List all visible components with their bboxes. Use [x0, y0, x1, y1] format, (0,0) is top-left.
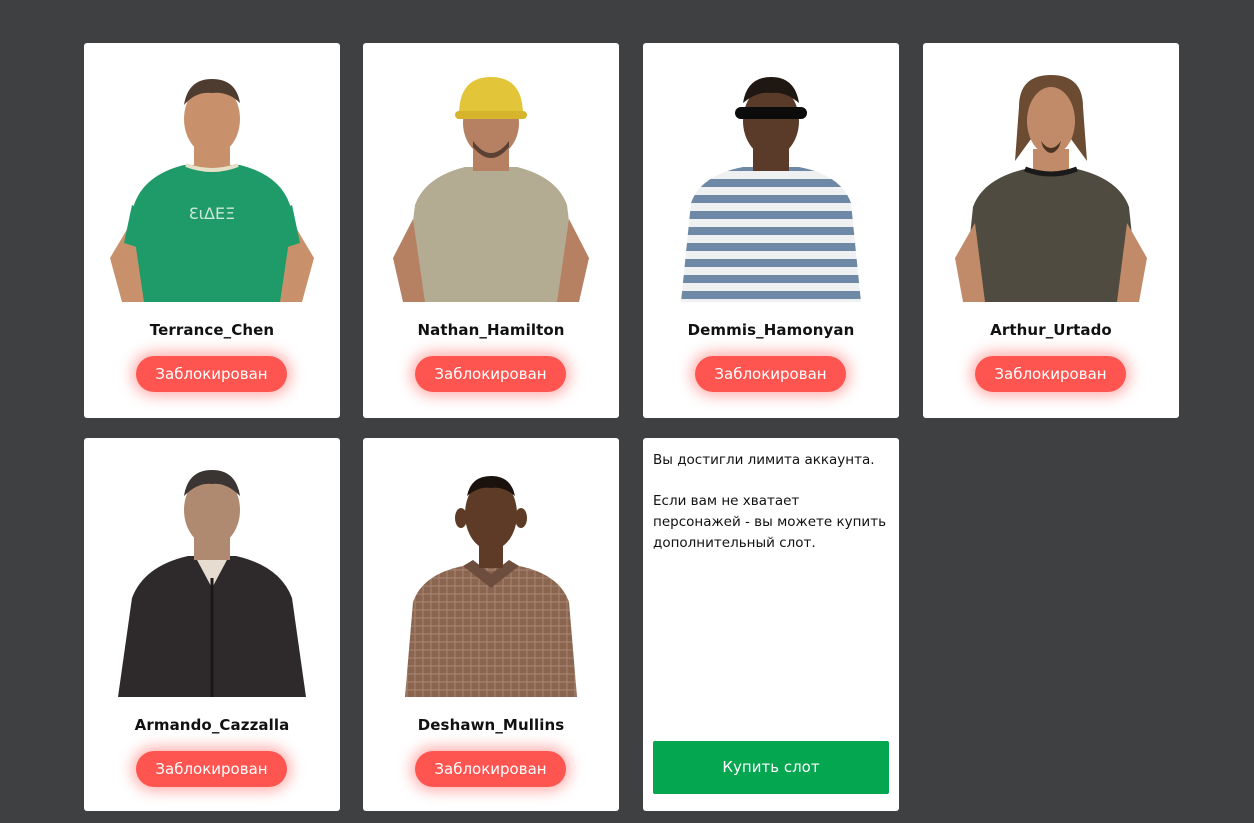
- locked-status-button[interactable]: Заблокирован: [695, 356, 846, 392]
- character-card[interactable]: Deshawn_Mullins Заблокирован: [363, 438, 619, 811]
- character-portrait: [405, 476, 577, 697]
- character-portrait: [955, 75, 1147, 302]
- buy-slot-hint-text: Если вам не хватает персонажей - вы може…: [653, 493, 887, 551]
- account-limit-panel: Вы достигли лимита аккаунта. Если вам не…: [643, 438, 899, 811]
- character-name: Demmis_Hamonyan: [687, 321, 855, 339]
- character-name: Nathan_Hamilton: [417, 321, 565, 339]
- locked-status-button[interactable]: Заблокирован: [136, 751, 287, 787]
- character-portrait: [118, 470, 306, 697]
- character-name: Arthur_Urtado: [990, 321, 1112, 339]
- character-card[interactable]: Armando_Cazzalla Заблокирован: [84, 438, 340, 811]
- character-portrait: [393, 77, 589, 302]
- limit-message: Вы достигли лимита аккаунта. Если вам не…: [653, 450, 891, 574]
- character-name: Deshawn_Mullins: [417, 716, 565, 734]
- character-portrait: ԐιΔΕΞ: [110, 79, 314, 302]
- character-portrait: [681, 77, 861, 302]
- limit-reached-text: Вы достигли лимита аккаунта.: [653, 452, 875, 468]
- character-name: Terrance_Chen: [149, 321, 275, 339]
- character-card[interactable]: ԐιΔΕΞ Terrance_Chen Заблокирован: [84, 43, 340, 418]
- character-card[interactable]: Demmis_Hamonyan Заблокирован: [643, 43, 899, 418]
- buy-slot-button[interactable]: Купить слот: [653, 741, 889, 794]
- character-card[interactable]: Nathan_Hamilton Заблокирован: [363, 43, 619, 418]
- character-name: Armando_Cazzalla: [134, 716, 290, 734]
- svg-text:ԐιΔΕΞ: ԐιΔΕΞ: [189, 204, 235, 223]
- locked-status-button[interactable]: Заблокирован: [975, 356, 1126, 392]
- character-card[interactable]: Arthur_Urtado Заблокирован: [923, 43, 1179, 418]
- locked-status-button[interactable]: Заблокирован: [415, 751, 566, 787]
- locked-status-button[interactable]: Заблокирован: [136, 356, 287, 392]
- locked-status-button[interactable]: Заблокирован: [415, 356, 566, 392]
